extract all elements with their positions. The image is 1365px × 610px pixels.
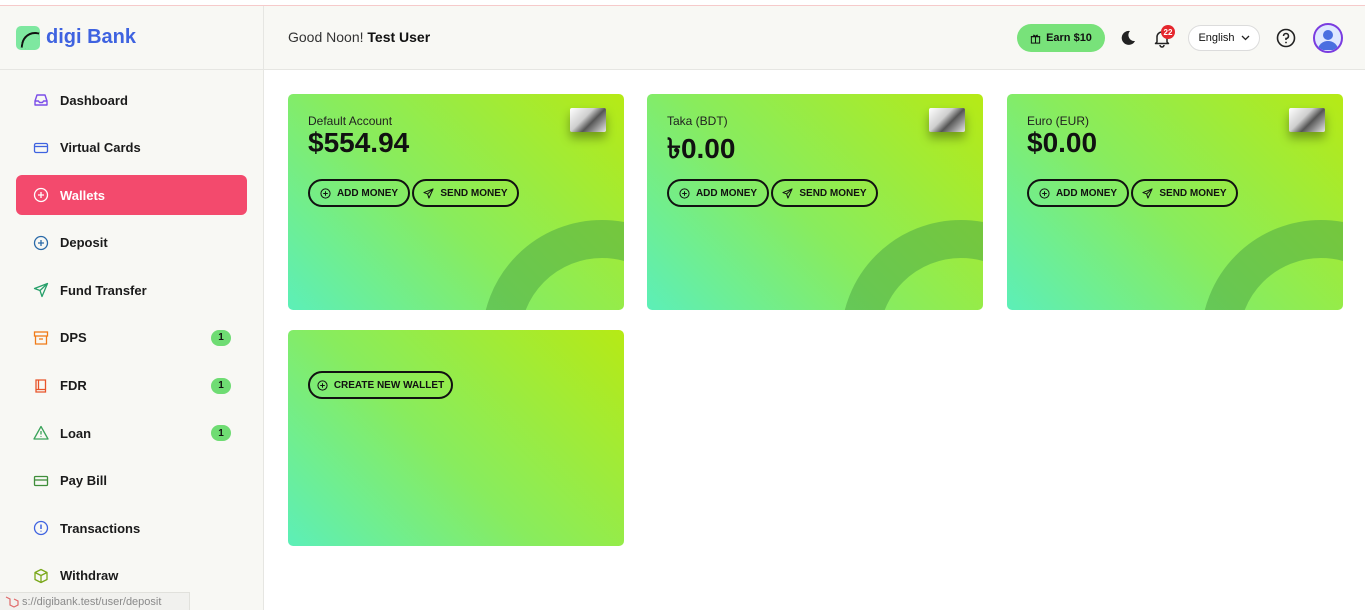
send-money-button[interactable]: SEND MONEY [1131,179,1238,207]
plus-circle-icon [317,379,328,391]
language-value: English [1198,32,1235,44]
greeting: Good Noon! Test User [288,29,430,45]
wallet-label: Euro (EUR) [1027,114,1090,128]
status-url-text: s://digibank.test/user/deposit [22,595,162,608]
plus-circle-icon [32,186,50,204]
card-decoration [1201,220,1343,310]
card-decoration [841,220,983,310]
sidebar-item-wallets[interactable]: Wallets [16,175,247,216]
bill-icon [32,472,50,490]
sidebar-item-label: Fund Transfer [60,282,147,298]
plus-circle-icon [1039,187,1050,199]
send-money-button[interactable]: SEND MONEY [771,179,878,207]
earn-button[interactable]: Earn $10 [1017,24,1105,52]
sidebar-item-label: DPS [60,330,87,346]
earn-label: Earn $10 [1046,32,1092,44]
sidebar: digi Bank Dashboard Virtual Cards Wallet… [0,6,264,610]
add-money-button[interactable]: ADD MONEY [308,179,410,207]
sidebar-item-label: Virtual Cards [60,140,141,156]
send-icon [32,281,50,299]
archive-icon [32,329,50,347]
add-money-button[interactable]: ADD MONEY [667,179,769,207]
wallet-image [1289,108,1325,132]
logo[interactable]: digi Bank [0,6,263,70]
sidebar-item-fdr[interactable]: FDR 1 [16,366,247,406]
add-money-label: ADD MONEY [695,187,758,199]
plus-circle-icon [320,187,331,199]
wallet-card-default: Default Account $554.94 ADD MONEY SEND M… [288,94,624,310]
sidebar-item-dps[interactable]: DPS 1 [16,318,247,358]
chevron-down-icon [1241,35,1249,41]
plus-circle-icon [32,234,50,252]
box-icon [32,567,50,585]
book-icon [32,377,50,395]
info-icon [32,519,50,537]
send-icon [782,187,793,199]
wallet-balance: ৳0.00 [667,133,736,164]
top-header: Good Noon! Test User Earn $10 22 English [264,6,1365,70]
sidebar-item-loan[interactable]: Loan 1 [16,413,247,453]
sidebar-item-label: Deposit [60,235,108,251]
wallet-card-eur: Euro (EUR) $0.00 ADD MONEY SEND MONEY [1007,94,1343,310]
card-decoration [482,220,624,310]
brand-name: digi Bank [46,26,137,48]
sidebar-item-deposit[interactable]: Deposit [16,223,247,263]
sidebar-nav: Dashboard Virtual Cards Wallets Deposit … [0,70,263,596]
moon-icon[interactable] [1119,29,1137,47]
wallet-label: Default Account [308,114,393,128]
inbox-icon [32,91,50,109]
sidebar-item-label: Pay Bill [60,473,107,489]
add-money-label: ADD MONEY [336,187,399,199]
create-wallet-button[interactable]: CREATE NEW WALLET [308,371,453,399]
create-wallet-label: CREATE NEW WALLET [333,379,445,391]
sidebar-item-fund-transfer[interactable]: Fund Transfer [16,270,247,310]
send-icon [1142,187,1153,199]
sidebar-item-pay-bill[interactable]: Pay Bill [16,461,247,501]
language-select[interactable]: English [1188,25,1260,51]
user-icon [1318,30,1338,50]
sidebar-item-label: FDR [60,378,87,394]
warning-icon [32,424,50,442]
sidebar-item-label: Transactions [60,520,141,536]
avatar[interactable] [1313,23,1343,53]
sidebar-item-label: Loan [60,425,92,441]
wallet-card-bdt: Taka (BDT) ৳0.00 ADD MONEY SEND MONEY [647,94,983,310]
sidebar-item-label: Wallets [60,187,106,203]
send-money-button[interactable]: SEND MONEY [412,179,519,207]
count-badge: 1 [211,425,231,442]
plus-circle-icon [679,187,690,199]
add-money-button[interactable]: ADD MONEY [1027,179,1129,207]
laravel-icon [5,595,19,608]
greeting-text: Good Noon! [288,29,364,45]
wallet-balance: $0.00 [1027,127,1098,158]
wallet-image [929,108,965,132]
send-money-label: SEND MONEY [1159,187,1227,199]
sidebar-item-virtual-cards[interactable]: Virtual Cards [16,128,247,168]
user-name: Test User [367,29,431,45]
wallet-balance: $554.94 [308,127,410,158]
card-icon [32,139,50,157]
sidebar-item-label: Dashboard [60,92,128,108]
sidebar-item-dashboard[interactable]: Dashboard [16,80,247,120]
send-money-label: SEND MONEY [440,187,508,199]
sidebar-item-label: Withdraw [60,568,119,584]
send-icon [423,187,434,199]
wallet-image [570,108,606,132]
count-badge: 1 [211,329,231,346]
logo-icon [16,25,40,50]
create-wallet-card: CREATE NEW WALLET [288,330,624,546]
send-money-label: SEND MONEY [799,187,867,199]
sidebar-item-withdraw[interactable]: Withdraw [16,556,247,596]
wallet-label: Taka (BDT) [667,114,728,128]
notification-badge: 22 [1161,25,1175,39]
status-url: s://digibank.test/user/deposit [0,592,190,610]
gift-icon [1030,34,1041,44]
count-badge: 1 [211,377,231,394]
sidebar-item-transactions[interactable]: Transactions [16,508,247,548]
help-icon[interactable] [1276,28,1296,48]
add-money-label: ADD MONEY [1055,187,1118,199]
